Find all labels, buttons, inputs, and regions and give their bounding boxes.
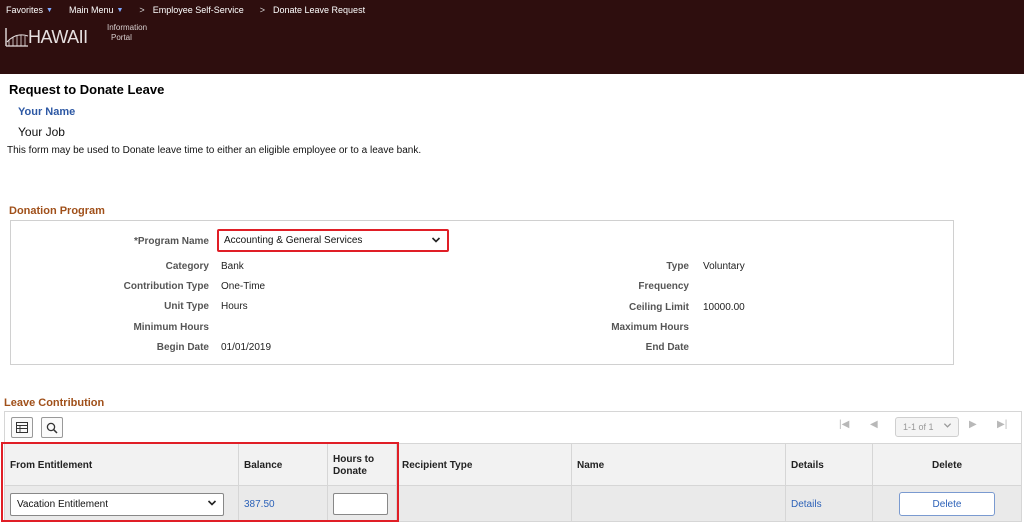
main-menu-label: Main Menu (68, 5, 114, 15)
logo-text: HAWAII (28, 27, 88, 47)
logo-subtext: Information (107, 23, 148, 32)
details-link[interactable]: Details (791, 499, 822, 510)
favorites-menu[interactable]: Favorites ▼ (6, 5, 53, 15)
from-entitlement-value: Vacation Entitlement (17, 498, 108, 510)
leave-contribution-title: Leave Contribution (4, 397, 105, 409)
contribution-type-value: One-Time (221, 281, 266, 292)
search-icon (46, 422, 58, 434)
type-label: Type (666, 261, 689, 272)
personalize-grid-button[interactable] (11, 417, 33, 438)
category-value: Bank (221, 261, 244, 272)
logo-subtext: Portal (111, 33, 132, 42)
column-header-name: Name (571, 444, 785, 487)
page-range-select[interactable]: 1-1 of 1 (895, 417, 959, 437)
column-header-delete: Delete (872, 444, 1021, 487)
minimum-hours-label: Minimum Hours (133, 322, 209, 333)
column-header-balance: Balance (238, 444, 327, 487)
recipient-type-cell (396, 486, 571, 522)
unit-type-label: Unit Type (164, 301, 209, 312)
maximum-hours-label: Maximum Hours (611, 322, 689, 333)
page-title: Request to Donate Leave (9, 82, 165, 97)
program-name-label: *Program Name (133, 236, 209, 247)
breadcrumb-separator: > (139, 5, 145, 15)
table-row: Vacation Entitlement 387.50 Details Dele… (4, 486, 1022, 522)
delete-cell: Delete (872, 486, 1021, 522)
column-header-hours-to-donate: Hours to Donate (327, 444, 396, 487)
program-name-select[interactable]: Accounting & General Services (217, 229, 449, 252)
chevron-down-icon (431, 235, 441, 248)
unit-type-value: Hours (221, 301, 248, 312)
from-entitlement-select[interactable]: Vacation Entitlement (10, 492, 224, 516)
breadcrumb-donate-leave-request[interactable]: Donate Leave Request (273, 5, 365, 15)
caret-down-icon: ▼ (46, 6, 53, 14)
ceiling-limit-label: Ceiling Limit (629, 302, 689, 313)
contribution-type-label: Contribution Type (123, 281, 209, 292)
employee-job: Your Job (18, 125, 65, 139)
balance-cell: 387.50 (238, 486, 327, 522)
logo-mark-icon (5, 28, 29, 47)
frequency-label: Frequency (638, 281, 689, 292)
hours-to-donate-cell (327, 486, 396, 522)
delete-button[interactable]: Delete (899, 492, 995, 516)
column-header-recipient-type: Recipient Type (396, 444, 571, 487)
balance-link[interactable]: 387.50 (244, 499, 275, 510)
last-page-icon[interactable]: ▶| (997, 419, 1007, 430)
grid-settings-icon (16, 422, 28, 433)
breadcrumb-label: Employee Self-Service (152, 5, 244, 15)
grid-toolbar: |◀ ◀ 1-1 of 1 ▶ ▶| (4, 411, 1022, 443)
name-cell (571, 486, 785, 522)
previous-page-icon[interactable]: ◀ (870, 419, 878, 430)
begin-date-label: Begin Date (156, 342, 209, 353)
next-page-icon[interactable]: ▶ (969, 419, 977, 430)
breadcrumb-employee-self-service[interactable]: Employee Self-Service (153, 5, 244, 15)
begin-date-value: 01/01/2019 (221, 342, 272, 353)
chevron-down-icon (207, 498, 217, 511)
column-header-details: Details (785, 444, 872, 487)
grid-header-row: From Entitlement Balance Hours to Donate… (4, 443, 1022, 487)
hours-to-donate-input[interactable] (333, 493, 388, 515)
breadcrumb-separator: > (259, 5, 265, 15)
from-entitlement-cell: Vacation Entitlement (5, 486, 238, 522)
chevron-down-icon (943, 421, 952, 432)
end-date-label: End Date (645, 342, 689, 353)
breadcrumb-label: Donate Leave Request (273, 5, 366, 15)
donation-program-title: Donation Program (9, 205, 105, 217)
favorites-label: Favorites (6, 5, 44, 15)
header-bar: Favorites ▼ Main Menu ▼ > Employee Self-… (0, 0, 1024, 74)
top-navigation: Favorites ▼ Main Menu ▼ > Employee Self-… (6, 3, 381, 17)
type-value: Voluntary (703, 261, 745, 272)
column-header-from-entitlement: From Entitlement (10, 460, 93, 471)
employee-name: Your Name (18, 106, 76, 118)
instructions-text: This form may be used to Donate leave ti… (7, 145, 422, 156)
page-range-label: 1-1 of 1 (903, 422, 934, 432)
caret-down-icon: ▼ (116, 6, 124, 14)
category-label: Category (165, 261, 209, 272)
find-button[interactable] (41, 417, 63, 438)
hawaii-information-portal-logo[interactable]: HAWAII Information Portal (4, 20, 147, 52)
details-cell: Details (785, 486, 872, 522)
main-menu[interactable]: Main Menu ▼ (69, 5, 123, 15)
program-name-value: Accounting & General Services (224, 235, 363, 246)
ceiling-limit-value: 10000.00 (703, 302, 745, 313)
first-page-icon[interactable]: |◀ (839, 419, 849, 430)
